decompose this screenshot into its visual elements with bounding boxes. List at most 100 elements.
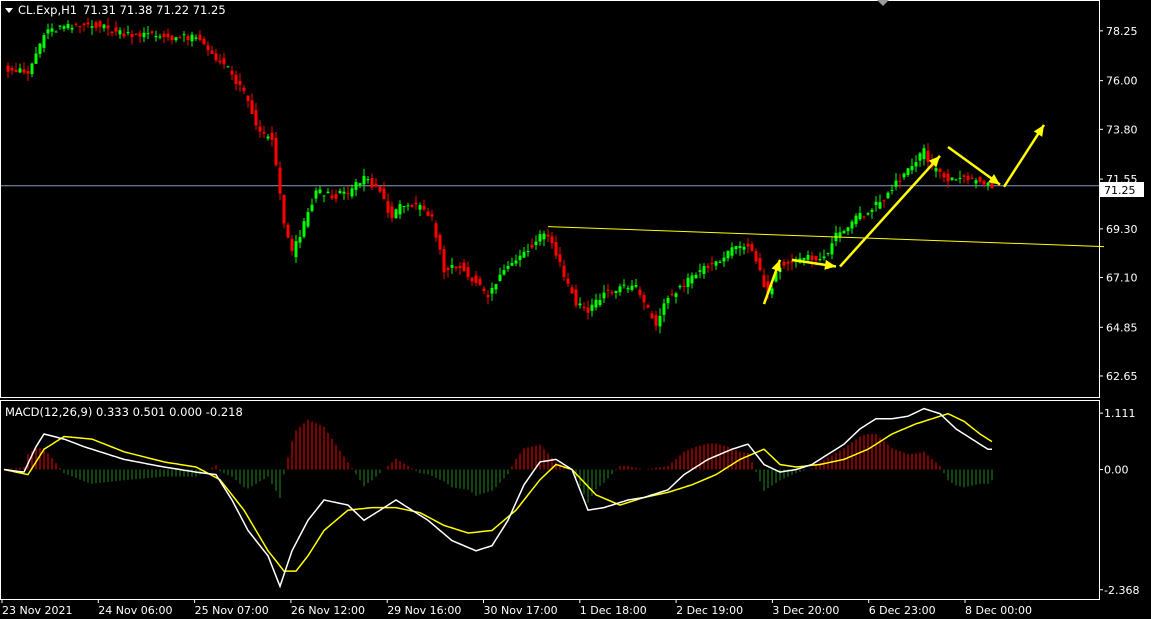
candle-body [662,303,666,315]
candle-body [506,265,510,269]
candle-body [918,153,922,161]
candle-body [606,289,610,291]
candle-body [386,201,390,213]
candle-body [242,87,246,91]
candle-body [86,22,90,25]
candle-body [126,32,130,34]
candle-body [862,216,866,218]
candle-body [810,255,814,260]
candle-body [966,175,970,181]
candle-body [690,275,694,284]
candle-body [670,294,674,296]
candle-body [338,190,342,194]
candle-body [730,247,734,256]
candle-body [278,167,282,194]
candle-body [354,182,358,190]
candle-body [258,126,262,132]
candle-body [582,307,586,309]
candle-body [186,35,190,41]
candle-body [630,285,634,290]
chart-background [0,0,1151,619]
time-tick-label: 6 Dec 23:00 [869,604,936,617]
candle-body [474,275,478,284]
candle-body [58,25,62,27]
time-tick-label: 25 Nov 07:00 [195,604,269,617]
candle-body [14,69,18,72]
candle-body [502,270,506,275]
candle-body [890,189,894,191]
candle-body [326,191,330,194]
candle-body [878,202,882,209]
candle-body [82,23,86,26]
candle-body [298,237,302,243]
candle-body [574,289,578,306]
candle-body [814,255,818,261]
candle-body [134,34,138,36]
candle-body [70,27,74,30]
candle-body [602,292,606,299]
candle-body [394,209,398,219]
candle-body [742,246,746,250]
candle-body [614,290,618,293]
candle-body [934,167,938,172]
candle-body [118,30,122,35]
price-tick-label: 64.85 [1106,321,1138,334]
candle-body [550,236,554,244]
candle-body [478,278,482,285]
trading-chart[interactable]: 78.2576.0073.8071.5569.3067.1064.8562.65… [0,0,1151,619]
candle-body [294,241,298,258]
price-tick-label: 67.10 [1106,272,1138,285]
candle-body [706,266,710,268]
candle-body [578,303,582,306]
candle-body [290,239,294,251]
candle-body [362,175,366,185]
candle-body [786,261,790,264]
candle-body [882,200,886,202]
candle-body [926,150,930,162]
candle-body [962,175,966,177]
candle-body [194,37,198,39]
candle-body [238,81,242,85]
candle-body [826,252,830,254]
candle-body [410,205,414,207]
candle-body [666,297,670,304]
candle-body [682,285,686,287]
candle-body [198,34,202,40]
candle-body [434,223,438,238]
candle-body [454,266,458,269]
candle-body [350,188,354,197]
candle-body [166,33,170,38]
candle-body [938,168,942,172]
candle-body [382,188,386,200]
candle-body [162,33,166,37]
candle-body [342,191,346,194]
candle-body [74,23,78,25]
candle-body [510,263,514,266]
candle-body [270,132,274,140]
candle-body [286,224,290,238]
current-price-value: 71.25 [1104,184,1136,197]
candle-body [674,293,678,297]
candle-body [262,132,266,134]
candle-body [634,284,638,287]
candle-body [486,295,490,298]
time-tick-label: 23 Nov 2021 [2,604,72,617]
candle-body [442,249,446,273]
macd-tick-label: 0.00 [1104,464,1129,477]
candle-body [758,258,762,271]
candle-body [314,190,318,199]
candle-body [906,168,910,175]
candle-body [470,277,474,282]
candle-body [174,37,178,41]
candle-body [146,33,150,35]
candle-body [26,70,30,74]
candle-body [546,234,550,237]
candle-body [858,213,862,220]
candle-body [850,221,854,229]
candle-body [130,34,134,38]
candle-body [406,205,410,207]
candle-body [318,189,322,194]
current-price-tag: 71.25 [1100,182,1144,197]
candle-body [230,70,234,75]
candle-body [910,166,914,171]
